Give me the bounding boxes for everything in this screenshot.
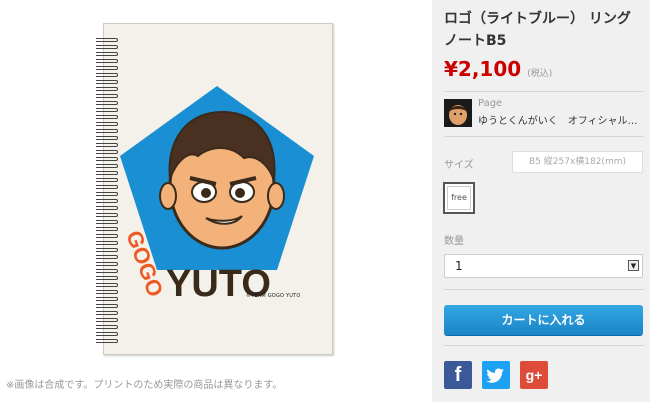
spiral-ring — [96, 297, 118, 301]
spiral-ring — [96, 283, 118, 287]
twitter-share-button[interactable] — [482, 361, 510, 389]
spiral-ring — [96, 45, 118, 49]
size-label: サイズ — [444, 160, 474, 171]
add-to-cart-button[interactable]: カートに入れる — [444, 305, 643, 335]
spiral-ring — [96, 87, 118, 91]
spiral-ring — [96, 115, 118, 119]
spiral-ring — [96, 269, 118, 273]
quantity-label: 数量 — [444, 236, 464, 247]
spiral-ring — [96, 150, 118, 154]
spiral-ring — [96, 101, 118, 105]
spiral-ring — [96, 311, 118, 315]
spiral-ring — [96, 192, 118, 196]
spiral-ring — [96, 80, 118, 84]
facebook-share-button[interactable]: f — [444, 361, 472, 389]
spiral-ring — [96, 136, 118, 140]
divider — [444, 91, 644, 92]
spiral-ring — [96, 332, 118, 336]
variant-free-label: free — [447, 186, 471, 210]
divider — [444, 136, 644, 137]
spiral-ring — [96, 171, 118, 175]
copyright-text: ©TEAM GOGO YUTO — [246, 293, 301, 299]
spiral-ring — [96, 206, 118, 210]
twitter-bird-icon — [486, 368, 504, 383]
notebook-rings — [96, 38, 118, 348]
avatar-face-icon — [444, 99, 472, 127]
price-row: ¥2,100 (税込) — [444, 57, 552, 81]
spiral-ring — [96, 290, 118, 294]
spiral-ring — [96, 52, 118, 56]
spiral-ring — [96, 178, 118, 182]
product-price: ¥2,100 — [444, 57, 522, 81]
spiral-ring — [96, 241, 118, 245]
spiral-ring — [96, 122, 118, 126]
variant-free-option[interactable]: free — [443, 182, 475, 214]
spiral-ring — [96, 59, 118, 63]
spiral-ring — [96, 276, 118, 280]
spiral-ring — [96, 129, 118, 133]
spiral-ring — [96, 227, 118, 231]
seller-page-label: Page — [478, 98, 503, 109]
yuto-logo-artwork: GOGO YUTO — [120, 86, 314, 305]
spiral-ring — [96, 318, 118, 322]
spiral-ring — [96, 255, 118, 259]
product-title: ロゴ（ライトブルー） リングノートB5 — [444, 11, 631, 49]
spiral-ring — [96, 199, 118, 203]
spiral-ring — [96, 108, 118, 112]
spiral-ring — [96, 213, 118, 217]
spiral-ring — [96, 248, 118, 252]
seller-name-link[interactable]: ゆうとくんがいく オフィシャル… — [478, 112, 638, 127]
spiral-ring — [96, 185, 118, 189]
divider — [444, 345, 644, 346]
image-disclaimer: ※画像は合成です。プリントのため実際の商品は異なります。 — [6, 380, 283, 391]
spiral-ring — [96, 38, 118, 42]
spiral-ring — [96, 325, 118, 329]
google-plus-share-button[interactable]: g+ — [520, 361, 548, 389]
spiral-ring — [96, 164, 118, 168]
spiral-ring — [96, 339, 118, 343]
spiral-ring — [96, 94, 118, 98]
quantity-select[interactable]: 1 ▼ — [444, 254, 643, 278]
divider — [444, 289, 644, 290]
spiral-ring — [96, 73, 118, 77]
spiral-ring — [96, 304, 118, 308]
spiral-ring — [96, 220, 118, 224]
quantity-value: 1 — [455, 259, 463, 273]
spiral-ring — [96, 234, 118, 238]
spiral-ring — [96, 143, 118, 147]
dropdown-arrow-icon[interactable]: ▼ — [628, 260, 639, 271]
spiral-ring — [96, 66, 118, 70]
product-image-area: GOGO YUTO ©TEAM GOGO YUTO ※画像は合成です。プリントの… — [0, 0, 432, 402]
seller-avatar[interactable] — [444, 99, 472, 127]
spiral-ring — [96, 157, 118, 161]
tax-note: (税込) — [527, 69, 553, 79]
spiral-ring — [96, 262, 118, 266]
size-value-field: B5 縦257x横182(mm) — [512, 151, 643, 173]
